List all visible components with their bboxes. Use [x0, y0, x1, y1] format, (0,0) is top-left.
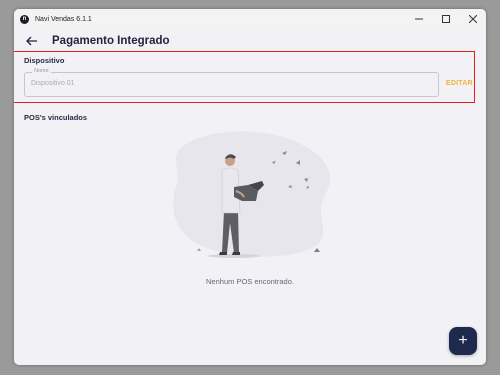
empty-state-illustration — [173, 131, 330, 258]
device-section-label: Dispositivo — [24, 56, 65, 65]
window-controls — [405, 9, 486, 29]
close-icon — [468, 15, 477, 23]
minimize-icon — [414, 18, 423, 20]
back-button[interactable] — [24, 34, 38, 48]
app-title: Navi Vendas 6.1.1 — [35, 15, 92, 23]
maximize-icon — [441, 15, 450, 23]
device-name-value: Dispositivo 01 — [31, 80, 75, 87]
maximize-button[interactable] — [432, 9, 459, 29]
title-bar: n Navi Vendas 6.1.1 — [14, 9, 486, 29]
plus-icon: + — [458, 332, 468, 349]
page-title: Pagamento Integrado — [52, 35, 170, 47]
app-logo-icon: n — [20, 14, 29, 24]
device-name-field[interactable]: Nome Dispositivo 01 — [24, 68, 439, 97]
arrow-left-icon — [25, 36, 37, 46]
pos-section-label: POS's vinculados — [24, 113, 88, 122]
empty-state-text: Nenhum POS encontrado. — [206, 277, 294, 286]
close-button[interactable] — [459, 9, 486, 29]
app-bar: Pagamento Integrado — [14, 29, 486, 53]
add-pos-button[interactable]: + — [449, 327, 477, 355]
minimize-button[interactable] — [405, 9, 432, 29]
app-window: n Navi Vendas 6.1.1 Pagamento Integrado … — [14, 9, 486, 365]
edit-button[interactable]: EDITAR — [446, 80, 473, 87]
device-name-label: Nome — [32, 68, 51, 74]
